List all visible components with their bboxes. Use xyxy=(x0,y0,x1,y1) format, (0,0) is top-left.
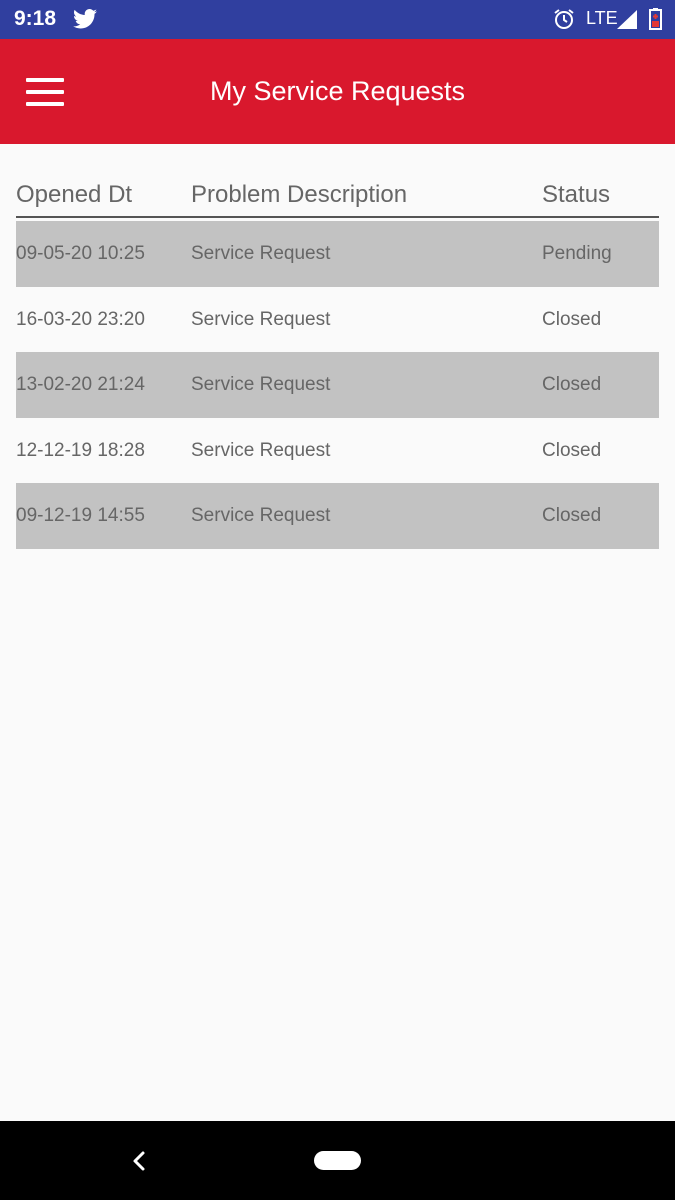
home-pill-icon[interactable] xyxy=(314,1151,361,1170)
navigation-bar xyxy=(0,1121,675,1200)
status: Closed xyxy=(542,439,602,461)
status-time: 9:18 xyxy=(14,7,57,30)
opened-date: 09-12-19 14:55 xyxy=(16,505,145,527)
header-opened-dt: Opened Dt xyxy=(16,181,133,208)
back-icon[interactable] xyxy=(124,1147,154,1175)
network-type-label: LTE xyxy=(586,8,618,28)
table-row[interactable]: 13-02-20 21:24 Service Request Closed xyxy=(16,352,659,418)
problem-description: Service Request xyxy=(191,439,331,461)
problem-description: Service Request xyxy=(191,308,331,330)
status: Pending xyxy=(542,243,612,264)
problem-description: Service Request xyxy=(191,374,331,396)
table-row[interactable]: 12-12-19 18:28 Service Request Closed xyxy=(16,418,659,484)
table-row[interactable]: 16-03-20 23:20 Service Request Closed xyxy=(16,287,659,353)
status: Closed xyxy=(542,374,602,396)
twitter-icon xyxy=(73,9,97,29)
table-row[interactable]: 09-05-20 10:25 Service Request Pending xyxy=(16,221,659,287)
header-status: Status xyxy=(542,181,611,208)
opened-date: 09-05-20 10:25 xyxy=(16,243,145,264)
battery-icon xyxy=(649,8,662,30)
table-header: Opened Dt Problem Description Status xyxy=(16,178,659,218)
problem-description: Service Request xyxy=(191,505,331,527)
status-bar: 9:18 LTE xyxy=(0,0,675,39)
table-row[interactable]: 09-12-19 14:55 Service Request Closed xyxy=(16,483,659,549)
header-problem-description: Problem Description xyxy=(191,181,408,208)
opened-date: 16-03-20 23:20 xyxy=(16,308,145,330)
signal-icon xyxy=(617,10,637,29)
status: Closed xyxy=(542,308,602,330)
page-title: My Service Requests xyxy=(209,76,466,106)
service-requests-table: Opened Dt Problem Description Status 09-… xyxy=(16,178,659,549)
alarm-icon xyxy=(554,9,574,29)
opened-date: 12-12-19 18:28 xyxy=(16,439,145,461)
status: Closed xyxy=(542,505,602,527)
problem-description: Service Request xyxy=(191,243,331,264)
app-bar: My Service Requests xyxy=(0,39,675,144)
opened-date: 13-02-20 21:24 xyxy=(16,374,145,396)
